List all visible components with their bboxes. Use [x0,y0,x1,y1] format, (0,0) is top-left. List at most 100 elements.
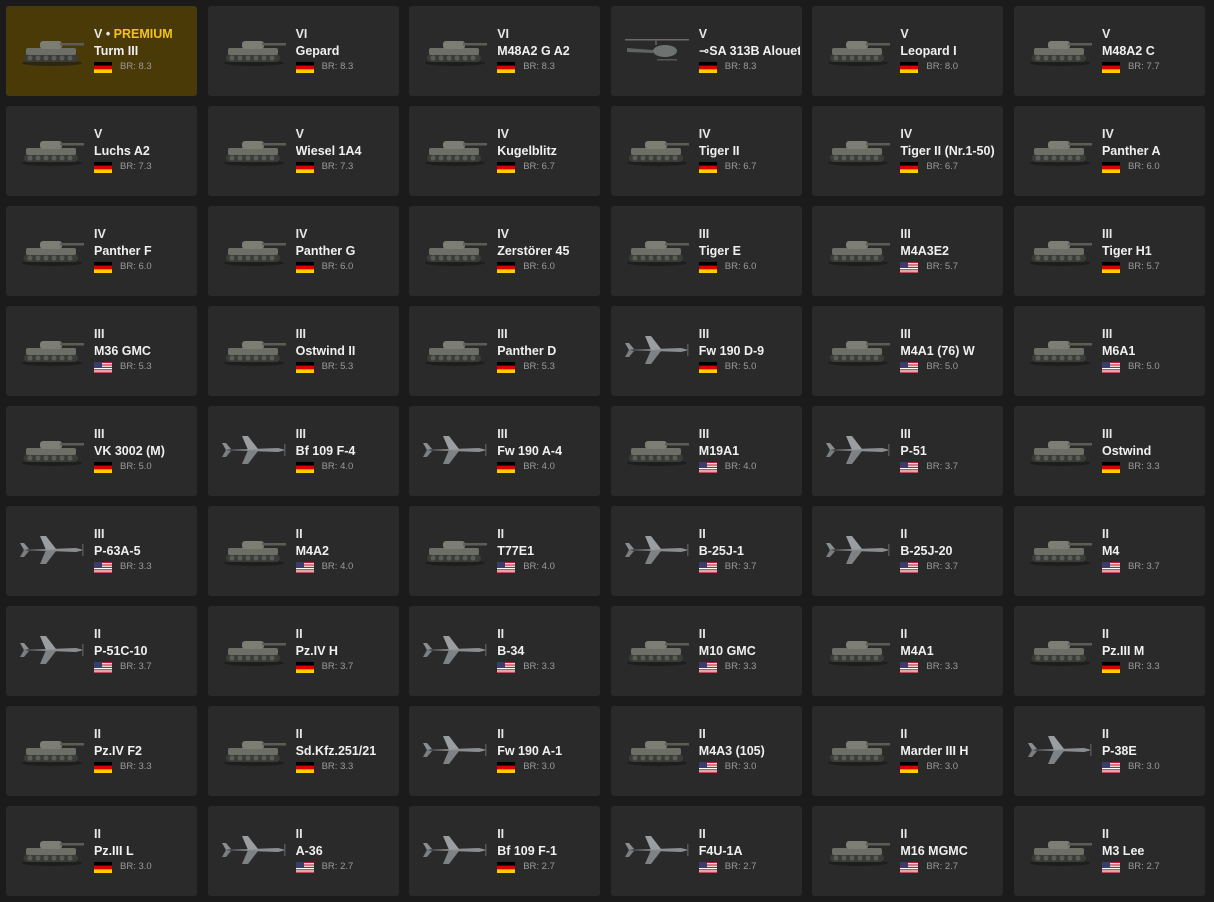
vehicle-info: III P-51 BR: 3.7 [900,426,1001,474]
tier-numeral: III [295,427,307,441]
vehicle-card[interactable]: III Bf 109 F-4 BR: 4.0 [207,406,399,496]
vehicle-info: II P-51C-10 BR: 3.7 [94,626,195,674]
germany-flag-icon [295,161,314,173]
vehicle-card[interactable]: II Bf 109 F-1 BR: 2.7 [409,806,601,896]
vehicle-card[interactable]: II Pz.III M BR: 3.3 [1013,606,1205,696]
vehicle-card[interactable]: III M4A3E2 BR: 5.7 [812,206,1004,296]
vehicle-card[interactable]: V M48A2 C BR: 7.7 [1013,6,1205,96]
vehicle-card[interactable]: III Ostwind II BR: 5.3 [207,306,399,396]
vehicle-card[interactable]: III Panther D BR: 5.3 [409,306,601,396]
vehicle-info: IV Panther F BR: 6.0 [94,226,195,274]
vehicle-card[interactable]: II Sd.Kfz.251/21 BR: 3.3 [207,706,399,796]
tank-thumbnail [822,732,894,768]
battle-rating: BR: 6.0 [724,261,757,272]
tier-numeral: II [94,627,101,641]
battle-rating: BR: 3.3 [1127,461,1160,472]
vehicle-card[interactable]: II M4 BR: 3.7 [1013,506,1205,596]
vehicle-card[interactable]: II M16 MGMC BR: 2.7 [812,806,1004,896]
vehicle-card[interactable]: II Pz.IV H BR: 3.7 [207,606,399,696]
tank-icon [828,241,891,266]
vehicle-card[interactable]: VI Gepard BR: 8.3 [207,6,399,96]
battle-rating: BR: 5.7 [1127,261,1160,272]
vehicle-card[interactable]: II Pz.IV F2 BR: 3.3 [6,706,197,796]
vehicle-card[interactable]: III Tiger E BR: 6.0 [610,206,802,296]
tank-icon [425,141,488,166]
vehicle-card[interactable]: V Luchs A2 BR: 7.3 [6,106,197,196]
battle-rating: BR: 4.0 [523,461,555,472]
vehicle-tier: II [296,626,397,642]
vehicle-card[interactable]: III Ostwind BR: 3.3 [1013,406,1205,496]
vehicle-card[interactable]: II M3 Lee BR: 2.7 [1013,806,1205,896]
tank-thumbnail [16,432,88,468]
vehicle-card[interactable]: II B-25J-20 BR: 3.7 [812,506,1004,596]
vehicle-card[interactable]: II B-25J-1 BR: 3.7 [610,506,802,596]
vehicle-card[interactable]: IV Tiger II (Nr.1-50) BR: 6.7 [812,106,1004,196]
vehicle-info: II A-36 BR: 2.7 [295,826,397,874]
tier-numeral: VI [497,27,509,41]
vehicle-name: A-36 [295,844,323,858]
tier-numeral: II [94,827,101,841]
vehicle-card[interactable]: II M4A1 BR: 3.3 [812,606,1004,696]
vehicle-card[interactable]: V Leopard I BR: 8.0 [812,6,1004,96]
vehicle-card[interactable]: II F4U-1A BR: 2.7 [610,806,802,896]
tank-icon [425,41,488,66]
plane-icon [20,536,84,564]
br-line: BR: 5.3 [497,360,598,374]
vehicle-card[interactable]: III M6A1 BR: 5.0 [1013,306,1205,396]
vehicle-card[interactable]: III P-51 BR: 3.7 [812,406,1004,496]
usa-flag-icon [698,561,717,573]
battle-rating: BR: 3.3 [724,661,757,672]
vehicle-card[interactable]: V Wiesel 1A4 BR: 7.3 [207,106,399,196]
heli-icon [624,39,689,61]
vehicle-card[interactable]: IV Tiger II BR: 6.7 [610,106,802,196]
vehicle-card[interactable]: V • PREMIUM Turm III BR: 8.3 [6,6,197,96]
vehicle-card[interactable]: II P-38E BR: 3.0 [1013,706,1205,796]
germany-flag-icon [1101,661,1120,673]
vehicle-card[interactable]: III VK 3002 (M) BR: 5.0 [6,406,197,496]
vehicle-card[interactable]: III Fw 190 D-9 BR: 5.0 [610,306,802,396]
vehicle-card[interactable]: IV Kugelblitz BR: 6.7 [409,106,601,196]
vehicle-card[interactable]: IV Zerstörer 45 BR: 6.0 [409,206,601,296]
br-line: BR: 3.7 [1101,560,1203,574]
vehicle-info: III Tiger H1 BR: 5.7 [1101,226,1203,274]
br-line: BR: 7.7 [1101,60,1203,74]
vehicle-card[interactable]: V ⊸SA 313B Alouett BR: 8.3 [610,6,802,96]
vehicle-card[interactable]: II Marder III H BR: 3.0 [812,706,1004,796]
vehicle-card[interactable]: III Tiger H1 BR: 5.7 [1013,206,1205,296]
vehicle-card[interactable]: II B-34 BR: 3.3 [409,606,601,696]
vehicle-name: Tiger H1 [1101,244,1152,258]
vehicle-info: IV Panther A BR: 6.0 [1101,126,1203,174]
vehicle-card[interactable]: IV Panther G BR: 6.0 [207,206,399,296]
vehicle-card[interactable]: III M19A1 BR: 4.0 [610,406,802,496]
vehicle-name: M16 MGMC [900,844,968,858]
vehicle-card[interactable]: III Fw 190 A-4 BR: 4.0 [409,406,601,496]
vehicle-card[interactable]: II M4A3 (105) BR: 3.0 [610,706,802,796]
vehicle-card[interactable]: II P-51C-10 BR: 3.7 [6,606,197,696]
vehicle-card[interactable]: IV Panther F BR: 6.0 [6,206,197,296]
vehicle-card[interactable]: II M10 GMC BR: 3.3 [610,606,802,696]
br-line: BR: 8.3 [497,60,598,74]
vehicle-name: M4 [1101,544,1120,558]
vehicle-name: Kugelblitz [497,144,557,158]
tier-numeral: II [295,827,303,841]
vehicle-card[interactable]: II Pz.III L BR: 3.0 [6,806,197,896]
vehicle-card[interactable]: III M36 GMC BR: 5.3 [6,306,197,396]
germany-flag-icon [698,61,717,73]
vehicle-card[interactable]: III P-63A-5 BR: 3.3 [6,506,197,596]
vehicle-card[interactable]: II T77E1 BR: 4.0 [409,506,601,596]
br-line: BR: 3.7 [900,560,1001,574]
vehicle-tier: III [699,326,800,342]
battle-rating: BR: 3.3 [120,561,152,572]
tank-thumbnail [822,632,894,668]
vehicle-card[interactable]: IV Panther A BR: 6.0 [1013,106,1205,196]
vehicle-card[interactable]: III M4A1 (76) W BR: 5.0 [812,306,1004,396]
vehicle-card[interactable]: II Fw 190 A-1 BR: 3.0 [409,706,601,796]
vehicle-tier: VI [497,26,598,42]
germany-flag-icon [94,261,112,273]
battle-rating: BR: 5.7 [926,261,959,272]
vehicle-tier: II [900,626,1001,642]
vehicle-card[interactable]: II M4A2 BR: 4.0 [207,506,399,596]
vehicle-info: II B-25J-20 BR: 3.7 [900,526,1001,574]
vehicle-card[interactable]: VI M48A2 G A2 BR: 8.3 [409,6,601,96]
vehicle-card[interactable]: II A-36 BR: 2.7 [207,806,399,896]
